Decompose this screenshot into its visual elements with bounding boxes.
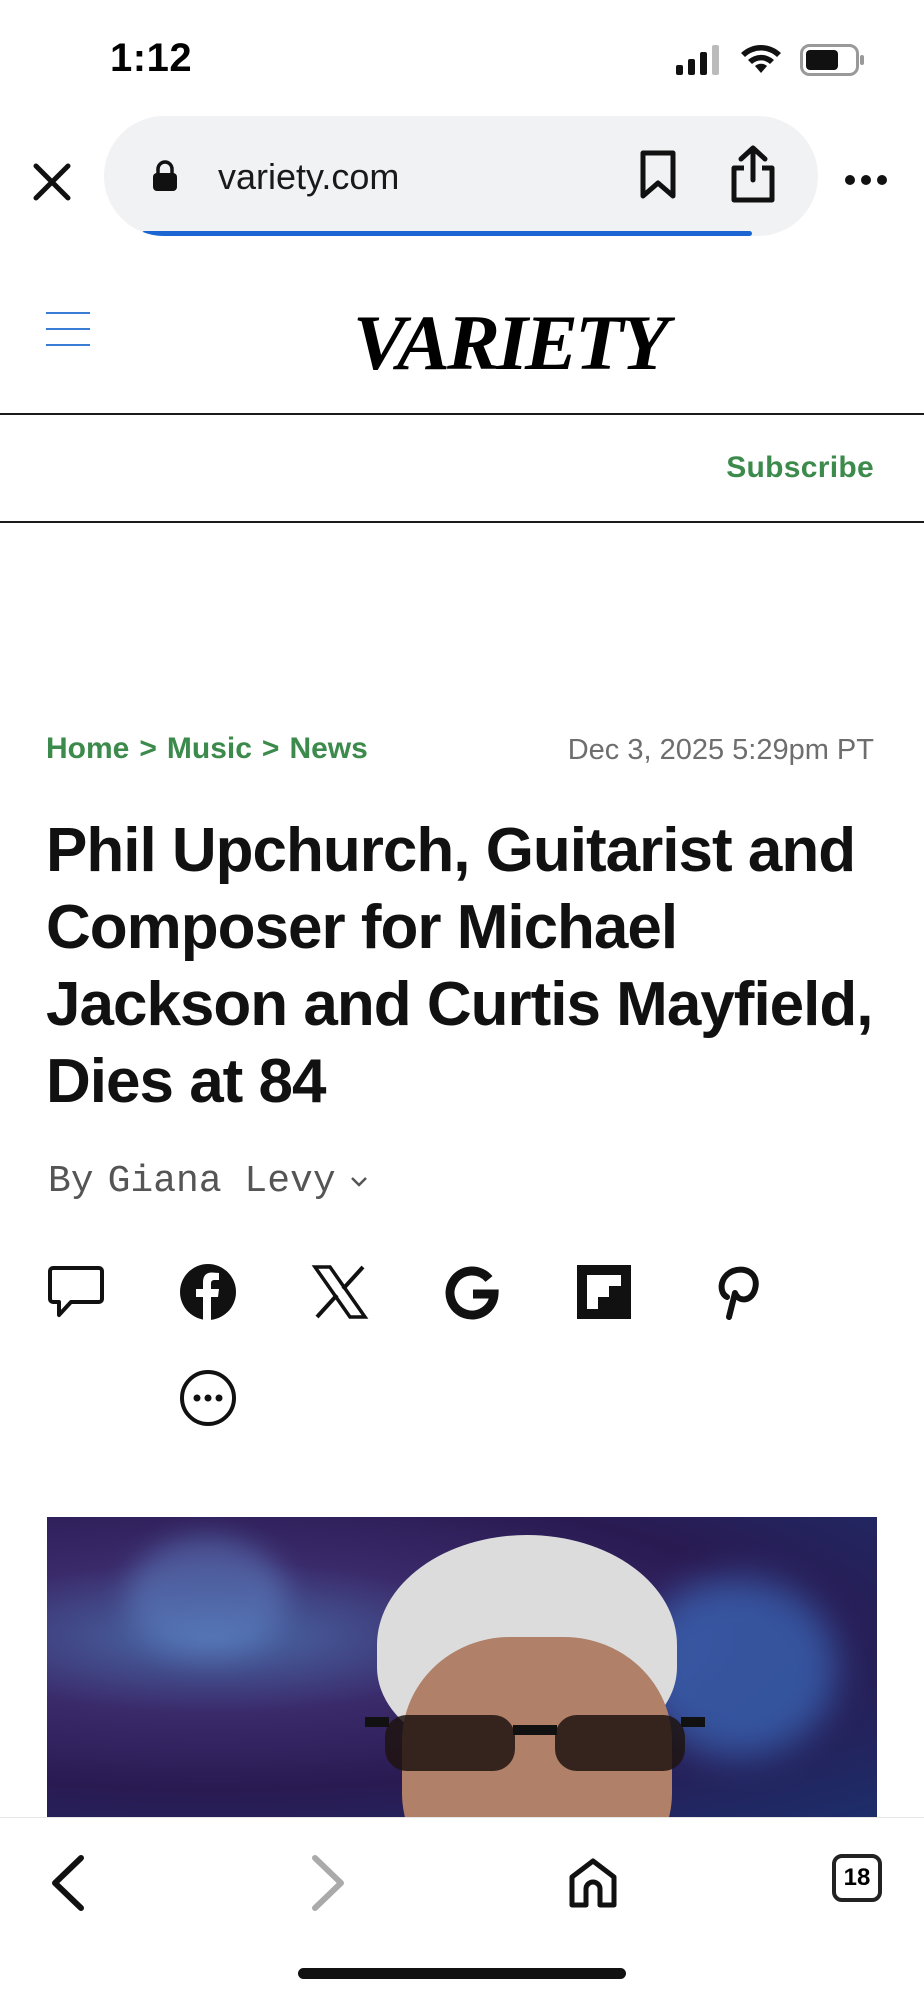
wifi-icon [741, 45, 781, 73]
article-hero-image [47, 1517, 877, 1817]
lock-icon [153, 160, 177, 191]
status-icons [676, 44, 866, 76]
url-text: variety.com [218, 156, 400, 197]
site-header: VARIETY [0, 240, 924, 415]
byline-prefix: By [48, 1160, 94, 1203]
breadcrumb-separator: > [261, 732, 280, 765]
breadcrumb-home[interactable]: Home [46, 732, 129, 765]
chevron-down-icon [350, 1176, 367, 1187]
site-logo[interactable]: VARIETY [353, 298, 669, 388]
more-options-button[interactable] [838, 160, 894, 200]
back-arrow-icon [52, 1855, 84, 1911]
tabs-button[interactable]: 18 [832, 1854, 882, 1902]
article-headline: Phil Upchurch, Guitarist and Composer fo… [46, 816, 873, 1116]
cellular-signal-icon [676, 45, 719, 75]
byline[interactable]: By Giana Levy [48, 1160, 368, 1203]
breadcrumb: Home > Music > News [46, 732, 368, 766]
more-options-icon[interactable] [178, 1368, 238, 1428]
home-indicator [298, 1968, 626, 1979]
publish-date: Dec 3, 2025 5:29pm PT [567, 734, 874, 766]
status-time: 1:12 [110, 36, 193, 80]
bookmark-icon[interactable] [638, 150, 678, 200]
facebook-icon[interactable] [178, 1262, 238, 1322]
pinterest-icon[interactable] [706, 1262, 766, 1322]
breadcrumb-music[interactable]: Music [167, 732, 252, 765]
status-bar: 1:12 [0, 0, 924, 110]
breadcrumb-separator: > [139, 732, 157, 765]
home-icon [569, 1858, 617, 1908]
forward-arrow-icon [312, 1855, 344, 1911]
subscribe-bar: Subscribe [0, 415, 924, 523]
subscribe-link[interactable]: Subscribe [726, 451, 874, 485]
google-icon[interactable] [442, 1262, 502, 1322]
address-bar[interactable]: variety.com [104, 116, 818, 236]
more-horizontal-icon [845, 175, 887, 185]
flipboard-icon[interactable] [574, 1262, 634, 1322]
hamburger-menu-icon[interactable] [46, 312, 92, 348]
battery-icon [800, 44, 864, 76]
page-load-progress [142, 231, 752, 236]
author-name[interactable]: Giana Levy [108, 1160, 336, 1203]
comment-icon[interactable] [46, 1262, 106, 1322]
browser-bar: variety.com [0, 110, 924, 240]
home-button[interactable] [558, 1848, 628, 1918]
forward-button[interactable] [294, 1848, 364, 1918]
close-button[interactable] [24, 154, 80, 210]
back-button[interactable] [32, 1848, 102, 1918]
share-icon[interactable] [728, 144, 778, 204]
breadcrumb-news[interactable]: News [289, 732, 367, 765]
close-icon [33, 163, 71, 201]
x-icon[interactable] [310, 1262, 370, 1322]
